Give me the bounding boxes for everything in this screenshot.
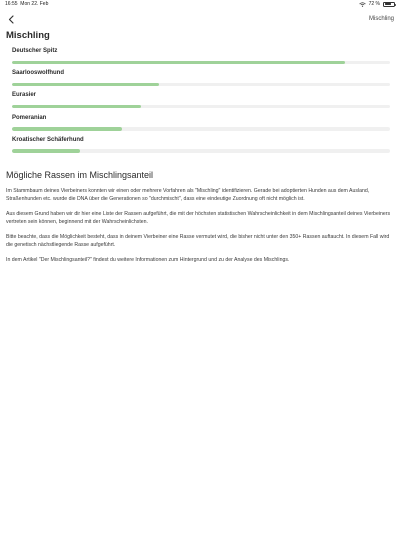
breed-progress-track (12, 60, 390, 64)
status-time: 16:55 Mon 22. Feb (5, 1, 48, 7)
breed-progress-fill (12, 104, 141, 109)
navigation-bar: Mischling (0, 11, 400, 27)
chevron-left-icon[interactable] (6, 13, 16, 25)
breed-progress-fill (12, 149, 81, 153)
breed-list: Deutscher Spitz Saarlooswolfhund Eurasier P… (12, 44, 390, 155)
info-paragraph: Aus diesem Grund haben wir dir hier eine… (6, 211, 391, 226)
breed-name: Eurasier (12, 92, 37, 99)
clock-date: Mon 22. Feb (20, 1, 49, 7)
breed-progress-fill (12, 127, 122, 131)
battery-percent: 72 % (368, 1, 380, 7)
breed-name: Pomeranian (12, 114, 47, 121)
info-body: Im Stammbaum deines Vierbeiners konnten … (6, 187, 391, 271)
info-paragraph: Bitte beachte, dass die Möglichkeit best… (6, 234, 390, 249)
info-paragraph: In dem Artikel "Der Mischlingsanteil?" f… (6, 257, 290, 264)
battery-cap (394, 3, 396, 6)
nav-title: Mischling (368, 16, 394, 22)
page-title: Mischling (6, 30, 50, 41)
breed-name: Deutscher Spitz (12, 48, 58, 54)
breed-item[interactable]: Deutscher Spitz (12, 44, 390, 66)
breed-progress-track (12, 127, 390, 131)
breed-item[interactable]: Pomeranian (12, 111, 390, 133)
breed-item[interactable]: Saarlooswolfhund (12, 66, 390, 88)
status-bar: 16:55 Mon 22. Feb 72 % (0, 0, 400, 9)
info-title: Mögliche Rassen im Mischlingsanteil (6, 170, 154, 180)
battery-icon (383, 1, 396, 7)
breed-progress-track (12, 149, 390, 153)
breed-item[interactable]: Kroatischer Schäferhund (12, 133, 390, 155)
breed-progress-fill (12, 82, 160, 87)
breed-item[interactable]: Eurasier (12, 88, 390, 110)
status-indicators: 72 % (358, 1, 396, 7)
breed-progress-track (12, 82, 390, 87)
wifi-icon (358, 1, 366, 7)
breed-name: Kroatischer Schäferhund (12, 136, 84, 143)
battery-fill (384, 3, 391, 5)
breed-progress-fill (12, 60, 345, 64)
info-paragraph: Im Stammbaum deines Vierbeiners konnten … (6, 188, 370, 203)
clock-time: 16:55 (5, 1, 18, 7)
back-chevron-glyph (8, 14, 14, 24)
breed-progress-track (12, 104, 390, 109)
breed-name: Saarlooswolfhund (12, 70, 65, 77)
